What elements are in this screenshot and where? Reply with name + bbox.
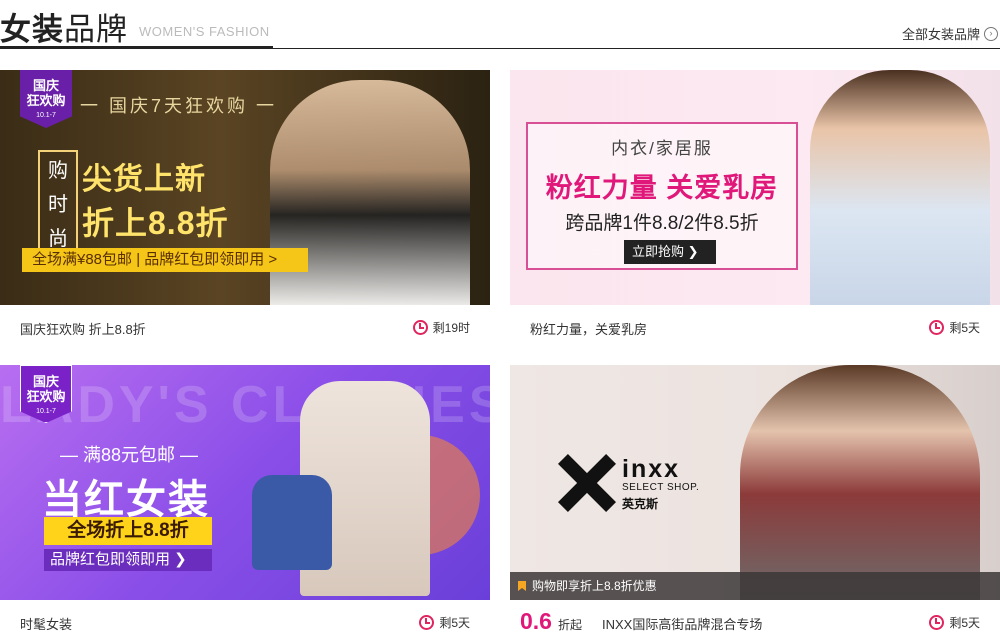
brand-card-national-day[interactable]: 国庆 狂欢购 10.1-7 一 国庆7天狂欢购 一 购时尚 尖货上新 折上8.8折 … (0, 70, 490, 349)
inxx-logo-icon (556, 453, 616, 513)
time-remaining-text: 剩5天 (949, 321, 980, 335)
sweater-photo (252, 475, 332, 570)
discount-price: 0.6 折起 INXX国际高街品牌混合专场 (520, 608, 762, 635)
banner-notice-bar: 购物即享折上8.8折优惠 (510, 572, 1000, 600)
time-remaining: 剩19时 (412, 319, 470, 336)
banner-image[interactable]: 国庆 狂欢购 10.1-7 一 国庆7天狂欢购 一 购时尚 尖货上新 折上8.8折 … (0, 70, 490, 305)
card-description[interactable]: 国庆狂欢购 折上8.8折 (20, 319, 146, 338)
bookmark-icon (518, 581, 526, 591)
buy-now-button[interactable]: 立即抢购 ❯ (624, 240, 716, 264)
banner-image[interactable]: inxx SELECT SHOP. 英克斯 购物即享折上8.8折优惠 (510, 365, 1000, 600)
brand-name-cn: 英克斯 (622, 497, 659, 511)
section-header: 女装品牌 WOMEN'S FASHION 全部女装品牌 › (0, 0, 1000, 50)
chevron-right-circle-icon: › (984, 26, 998, 41)
card-caption: 时髦女装 剩5天 (0, 600, 490, 644)
banner-image[interactable]: 内衣/家居服 粉红力量 关爱乳房 跨品牌1件8.8/2件8.5折 立即抢购 ❯ (510, 70, 1000, 305)
card-description[interactable]: 时髦女装 (20, 614, 72, 633)
card-caption: 0.6 折起 INXX国际高街品牌混合专场 剩5天 (510, 600, 1000, 644)
banner-category: 内衣/家居服 (611, 139, 713, 158)
all-brands-label: 全部女装品牌 (901, 27, 980, 42)
time-remaining: 剩5天 (419, 614, 470, 631)
banner-headline: 一 国庆7天狂欢购 一 (80, 96, 278, 116)
banner-discount-strip: 全场折上8.8折 (44, 517, 212, 545)
banner-frame: 内衣/家居服 粉红力量 关爱乳房 跨品牌1件8.8/2件8.5折 立即抢购 ❯ (526, 122, 798, 270)
brand-card-trendy-womenswear[interactable]: LADY'S CLOTHES 国庆 狂欢购 10.1-7 — 满88元包邮 — 当红… (0, 365, 490, 644)
badge-national-day: 国庆 狂欢购 10.1-7 (20, 365, 72, 423)
card-caption: 国庆狂欢购 折上8.8折 剩19时 (0, 305, 490, 349)
clock-icon (929, 615, 945, 630)
banner-line1: 尖货上新 (82, 163, 206, 196)
time-remaining: 剩5天 (929, 319, 980, 336)
clock-icon (929, 320, 945, 335)
brand-card-pink-power[interactable]: 内衣/家居服 粉红力量 关爱乳房 跨品牌1件8.8/2件8.5折 立即抢购 ❯ … (510, 70, 1000, 349)
card-description[interactable]: INXX国际高街品牌混合专场 (602, 614, 762, 633)
banner-headline: 粉红力量 关爱乳房 (545, 173, 779, 203)
card-caption: 粉红力量，关爱乳房 剩5天 (510, 305, 1000, 349)
discount-unit: 折起 (557, 618, 582, 632)
badge-national-day: 国庆 狂欢购 10.1-7 (20, 70, 72, 128)
model-photo (810, 70, 990, 305)
all-brands-link[interactable]: 全部女装品牌 › (902, 24, 998, 43)
time-remaining: 剩5天 (929, 614, 980, 631)
brand-name: inxx (622, 455, 681, 483)
banner-free-shipping: — 满88元包邮 — (60, 445, 199, 465)
time-remaining-text: 剩5天 (439, 616, 470, 630)
banner-notice-text: 购物即享折上8.8折优惠 (532, 579, 657, 593)
banner-image[interactable]: LADY'S CLOTHES 国庆 狂欢购 10.1-7 — 满88元包邮 — 当红… (0, 365, 490, 600)
model-photo (740, 365, 980, 600)
header-divider (0, 48, 1000, 49)
banner-offer: 跨品牌1件8.8/2件8.5折 (565, 213, 759, 234)
section-title: 女装品牌 (0, 12, 128, 47)
time-remaining-text: 剩5天 (949, 616, 980, 630)
banner-line2: 折上8.8折 (82, 205, 229, 241)
section-subtitle: WOMEN'S FASHION (139, 24, 270, 39)
time-remaining-text: 剩19时 (432, 321, 470, 335)
brand-tagline: SELECT SHOP. (622, 482, 700, 493)
clock-icon (412, 320, 428, 335)
discount-value: 0.6 (520, 608, 552, 634)
card-description[interactable]: 粉红力量，关爱乳房 (530, 319, 647, 338)
brand-card-inxx[interactable]: inxx SELECT SHOP. 英克斯 购物即享折上8.8折优惠 0.6 折… (510, 365, 1000, 644)
banner-promo-strip: 全场满¥88包邮 | 品牌红包即领即用 > (22, 248, 308, 272)
banner-coupon-strip: 品牌红包即领即用 ❯ (44, 549, 212, 571)
clock-icon (419, 615, 435, 630)
banner-vertical-text: 购时尚 (38, 150, 78, 260)
